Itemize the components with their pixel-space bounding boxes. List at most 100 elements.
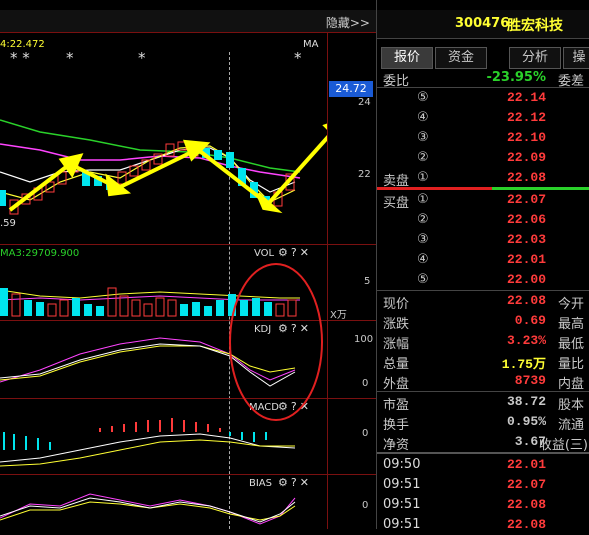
buy-level: ④ <box>417 252 429 267</box>
tick-row: 09:51 22.08 <box>377 495 589 515</box>
stat-label: 外盘 <box>383 377 410 392</box>
weibi-value: -23.95% <box>486 70 546 85</box>
stat-row: 现价 22.08 今开 <box>377 291 589 312</box>
kdj-axis-bottom: 0 <box>362 378 369 389</box>
sell-row[interactable]: ④ 22.12 <box>377 108 589 128</box>
macd-axis-zero: 0 <box>362 428 369 439</box>
stat-right-label: 最高 <box>557 317 584 332</box>
sell-row[interactable]: 卖盘 ① 22.08 <box>377 168 589 189</box>
sell-row[interactable]: ⑤ 22.14 <box>377 88 589 108</box>
chart-top-bar <box>0 10 376 33</box>
stat-row: 涨幅 3.23% 最低 <box>377 331 589 352</box>
buy-row[interactable]: ② 22.06 <box>377 210 589 230</box>
stat-label: 涨幅 <box>383 337 410 352</box>
pane-divider <box>0 474 376 475</box>
sell-price: 22.09 <box>506 150 546 165</box>
stat-value: 0.95% <box>506 414 546 429</box>
axis-label-22: 22 <box>358 169 371 180</box>
stat-row: 外盘 8739 内盘 <box>377 371 589 392</box>
buy-level: ③ <box>417 232 429 247</box>
tab-analysis[interactable]: 分析 <box>509 47 561 69</box>
close-icon[interactable]: ✕ <box>300 246 312 259</box>
sell-level: ② <box>417 150 429 165</box>
buy-price: 22.01 <box>506 252 546 267</box>
tick-row: 09:50 22.01 <box>377 455 589 475</box>
tick-price: 22.01 <box>506 457 546 472</box>
stat-row: 总量 1.75万 量比 <box>377 351 589 372</box>
sell-price: 22.08 <box>506 170 546 185</box>
stat-label: 涨跌 <box>383 317 410 332</box>
sell-level: ⑤ <box>417 90 429 105</box>
tab-quote[interactable]: 报价 <box>381 47 433 69</box>
pane-divider <box>0 244 376 245</box>
sell-level: ④ <box>417 110 429 125</box>
sell-level: ① <box>417 170 429 185</box>
stat-label: 总量 <box>383 357 410 372</box>
vol-pane-controls[interactable]: ⚙?✕ <box>278 246 312 259</box>
stat-label: 现价 <box>383 297 410 312</box>
tick-time: 09:50 <box>383 457 421 472</box>
stat-value: 38.72 <box>506 394 546 409</box>
stat-value: 22.08 <box>506 293 546 308</box>
stat-right-label: 量比 <box>557 357 584 372</box>
tab-funds[interactable]: 资金 <box>435 47 487 69</box>
stat-right-label: 最低 <box>557 337 584 352</box>
buy-row[interactable]: ④ 22.01 <box>377 250 589 270</box>
buy-row[interactable]: ③ 22.03 <box>377 230 589 250</box>
buy-price: 22.07 <box>506 192 546 207</box>
sell-level: ③ <box>417 130 429 145</box>
annotation-ellipse <box>229 263 323 421</box>
gear-icon[interactable]: ⚙ <box>278 246 291 259</box>
bias-axis-zero: 0 <box>362 500 369 511</box>
stat-right-label: 内盘 <box>557 377 584 392</box>
buy-row[interactable]: 买盘 ① 22.07 <box>377 190 589 211</box>
stat-right-label: 今开 <box>557 297 584 312</box>
tick-row: 09:51 22.08 <box>377 515 589 535</box>
tick-row: 09:51 22.07 <box>377 475 589 495</box>
sell-row[interactable]: ② 22.09 <box>377 148 589 168</box>
stock-code: 300476 <box>455 16 510 31</box>
sell-row[interactable]: ③ 22.10 <box>377 128 589 148</box>
buy-price: 22.03 <box>506 232 546 247</box>
stat-value: 8739 <box>514 373 546 388</box>
buy-price: 22.06 <box>506 212 546 227</box>
tick-time: 09:51 <box>383 477 421 492</box>
tab-operate[interactable]: 操 <box>563 47 589 69</box>
stat-value: 3.23% <box>506 333 546 348</box>
buy-row[interactable]: ⑤ 22.00 <box>377 270 589 290</box>
buy-level: ⑤ <box>417 272 429 287</box>
vol-label: VOL <box>254 248 275 259</box>
stat-label: 净资 <box>383 438 410 453</box>
vol-ma3-value: MA3:29709.900 <box>0 248 80 259</box>
stat-value: 1.75万 <box>501 357 546 372</box>
vol-axis-label: 5 <box>364 276 371 287</box>
quote-panel: 300476 胜宏科技 报价 资金 分析 操 委比 -23.95% 委差 ⑤ 2… <box>376 0 589 532</box>
kline-chart-area[interactable]: 隐藏>> 4:22.472 MA * * * * * 24.72 24 22 .… <box>0 0 376 529</box>
bias-lines <box>0 493 296 525</box>
stat-right-label: 收益(三) <box>538 438 588 453</box>
stat-value: 0.69 <box>514 313 546 328</box>
divider <box>377 452 589 454</box>
buy-price: 22.00 <box>506 272 546 287</box>
tick-price: 22.08 <box>506 517 546 532</box>
tick-price: 22.08 <box>506 497 546 512</box>
hide-panel-button[interactable]: 隐藏>> <box>326 14 370 31</box>
stat-row: 市盈 38.72 股本 <box>377 392 589 413</box>
stat-row: 净资 3.67 收益(三) <box>377 432 589 453</box>
sell-price: 22.10 <box>506 130 546 145</box>
vol-unit-label: X万 <box>330 310 347 321</box>
stock-name: 胜宏科技 <box>507 18 563 34</box>
stat-right-label: 股本 <box>557 398 584 413</box>
weibi-row: 委比 -23.95% 委差 <box>377 68 589 89</box>
axis-label-24: 24 <box>358 97 371 108</box>
tick-price: 22.07 <box>506 477 546 492</box>
stat-row: 换手 0.95% 流通 <box>377 412 589 433</box>
tick-time: 09:51 <box>383 517 421 532</box>
buy-row-label: 买盘 <box>383 196 410 211</box>
help-icon[interactable]: ? <box>291 246 300 259</box>
current-price-box: 24.72 <box>329 81 373 97</box>
stat-right-label: 流通 <box>557 418 584 433</box>
stat-label: 市盈 <box>383 398 410 413</box>
sell-price: 22.14 <box>506 90 546 105</box>
sell-price: 22.12 <box>506 110 546 125</box>
